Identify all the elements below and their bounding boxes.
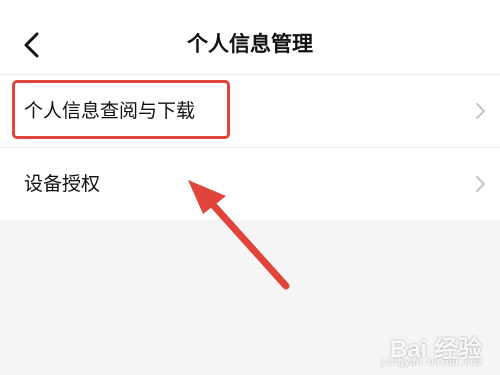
watermark: Bai 经验 jingyan.baidu.com	[342, 323, 482, 369]
annotation-arrow	[188, 180, 290, 290]
watermark-url: jingyan.baidu.com	[379, 357, 482, 368]
